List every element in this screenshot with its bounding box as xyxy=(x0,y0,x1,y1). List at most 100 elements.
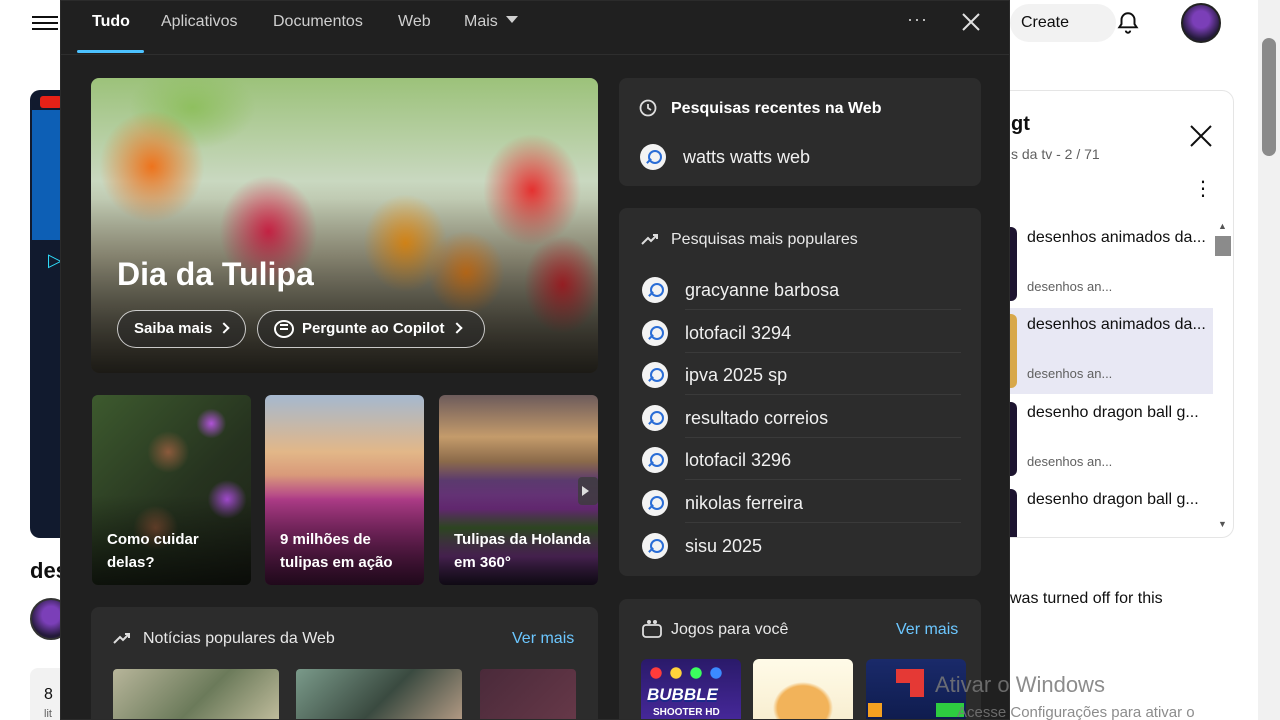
tile-label: 9 milhões de tulipas em ação xyxy=(280,531,393,571)
playlist-item[interactable]: desenho dragon ball g... xyxy=(981,483,1213,537)
tile-label: Como cuidar delas? xyxy=(107,531,199,571)
hero-title: Dia da Tulipa xyxy=(117,256,314,292)
tab-web[interactable]: Web xyxy=(398,13,431,33)
ask-copilot-label: Pergunte ao Copilot xyxy=(302,320,445,337)
news-title: Notícias populares da Web xyxy=(143,630,335,647)
activation-title: Ativar o Windows xyxy=(935,672,1105,697)
playlist-item-meta: desenhos an... xyxy=(1027,454,1113,469)
notifications-bell-icon[interactable] xyxy=(1115,10,1141,36)
tab-apps[interactable]: Aplicativos xyxy=(161,13,237,33)
news-image[interactable] xyxy=(296,669,462,719)
playlist-item-meta: desenhos an... xyxy=(1027,279,1113,294)
page-scrollbar-thumb[interactable] xyxy=(1262,38,1276,156)
news-see-more-link[interactable]: Ver mais xyxy=(512,630,574,648)
playlist-title: gt xyxy=(1011,113,1030,135)
playlist-item-title: desenhos animados da... xyxy=(1027,229,1206,246)
carousel-next-icon[interactable] xyxy=(578,477,598,505)
video-player-edge[interactable]: ▷ xyxy=(30,90,62,538)
playlist-item-title: desenho dragon ball g... xyxy=(1027,404,1199,421)
gamepad-icon xyxy=(642,620,662,638)
tab-more-label: Mais xyxy=(464,13,498,30)
news-image[interactable] xyxy=(113,669,279,719)
game-title: BUBBLE xyxy=(647,685,718,704)
search-icon xyxy=(642,362,668,388)
popular-search-item[interactable]: ipva 2025 sp xyxy=(639,353,961,395)
playlist-item-meta: desenhos an... xyxy=(1027,366,1113,381)
search-item-label: resultado correios xyxy=(685,408,829,428)
hamburger-menu-icon[interactable] xyxy=(32,12,58,34)
popular-search-item[interactable]: gracyanne barbosa xyxy=(639,268,961,310)
game-cat[interactable] xyxy=(753,659,853,719)
search-item-label: lotofacil 3294 xyxy=(685,323,792,343)
games-card: Jogos para você Ver mais BUBBLE SHOOTER … xyxy=(619,599,981,719)
playlist-scrollbar-thumb[interactable] xyxy=(1215,236,1231,256)
playlist-panel: gt s da tv - 2 / 71 ⋮ desenhos animados … xyxy=(980,90,1234,538)
playlist-subtitle: s da tv - 2 / 71 xyxy=(1011,146,1100,162)
search-item-label: lotofacil 3296 xyxy=(685,450,792,470)
search-icon xyxy=(642,533,668,559)
news-card: Notícias populares da Web Ver mais xyxy=(91,607,598,719)
search-icon xyxy=(642,490,668,516)
playlist-item[interactable]: desenhos animados da... desenhos an... xyxy=(981,308,1213,394)
chevron-down-icon xyxy=(505,16,518,23)
search-item-label: nikolas ferreira xyxy=(685,493,804,513)
learn-more-button[interactable]: Saiba mais xyxy=(117,310,246,348)
tile-care[interactable]: Como cuidar delas? xyxy=(92,395,251,585)
ask-copilot-button[interactable]: Pergunte ao Copilot xyxy=(257,310,485,348)
chat-bubble-icon xyxy=(274,320,294,338)
games-title: Jogos para você xyxy=(671,621,789,638)
popular-searches-title: Pesquisas mais populares xyxy=(671,231,858,248)
chevron-right-icon xyxy=(450,322,463,334)
tile-holland-360[interactable]: Tulipas da Holanda em 360° xyxy=(439,395,598,585)
popular-search-item[interactable]: lotofacil 3294 xyxy=(639,311,961,353)
playlist-item-title: desenhos animados da... xyxy=(1027,316,1206,333)
like-sub: lit xyxy=(44,708,52,720)
chevron-right-icon xyxy=(218,322,231,334)
close-icon[interactable] xyxy=(960,11,982,33)
popular-search-item[interactable]: nikolas ferreira xyxy=(639,481,961,523)
create-button[interactable]: Create xyxy=(1010,4,1116,42)
tab-all[interactable]: Tudo xyxy=(92,13,130,33)
game-subtitle: SHOOTER HD xyxy=(653,707,720,718)
scroll-up-arrow-icon[interactable]: ▲ xyxy=(1218,221,1227,231)
popular-search-item[interactable]: lotofacil 3296 xyxy=(639,438,961,480)
more-vert-icon[interactable]: ⋮ xyxy=(1193,179,1213,199)
search-icon xyxy=(642,405,668,431)
activation-watermark: Ativar o Windows Acesse Configurações pa… xyxy=(935,672,1195,720)
tab-more[interactable]: Mais xyxy=(464,13,518,33)
tile-label: Tulipas da Holanda em 360° xyxy=(454,531,591,571)
trending-icon xyxy=(113,633,130,644)
chat-disabled-text: was turned off for this xyxy=(1010,590,1163,607)
search-item-label: sisu 2025 xyxy=(685,536,763,556)
games-see-more-link[interactable]: Ver mais xyxy=(896,621,958,639)
like-count: 8 xyxy=(44,686,53,703)
history-icon xyxy=(639,99,657,117)
search-tabs: Tudo Aplicativos Documentos Web Mais ··· xyxy=(61,1,1009,55)
playlist-item-title: desenho dragon ball g... xyxy=(1027,491,1199,508)
account-avatar[interactable] xyxy=(1181,3,1221,43)
popular-search-item[interactable]: sisu 2025 xyxy=(639,524,961,566)
active-tab-indicator xyxy=(77,50,144,53)
trending-icon xyxy=(641,234,658,245)
scroll-down-arrow-icon[interactable]: ▼ xyxy=(1218,519,1227,529)
windows-search-flyout: Tudo Aplicativos Documentos Web Mais ···… xyxy=(60,0,1010,720)
popular-search-item[interactable]: resultado correios xyxy=(639,396,961,438)
close-icon[interactable] xyxy=(1186,121,1216,151)
search-icon xyxy=(642,447,668,473)
activation-subtitle: Acesse Configurações para ativar o xyxy=(957,704,1195,720)
search-item-label: gracyanne barbosa xyxy=(685,280,840,300)
hero-card[interactable]: Dia da Tulipa Saiba mais Pergunte ao Cop… xyxy=(91,78,598,373)
recent-search-item[interactable]: watts watts web xyxy=(637,135,959,177)
search-item-label: ipva 2025 sp xyxy=(685,365,788,385)
search-item-label: watts watts web xyxy=(683,147,811,167)
recent-searches-card: Pesquisas recentes na Web watts watts we… xyxy=(619,78,981,186)
tab-documents[interactable]: Documentos xyxy=(273,13,363,33)
tile-tulips-action[interactable]: 9 milhões de tulipas em ação xyxy=(265,395,424,585)
news-image[interactable] xyxy=(480,669,576,719)
playlist-item[interactable]: desenho dragon ball g... desenhos an... xyxy=(981,396,1213,482)
playlist-item[interactable]: desenhos animados da... desenhos an... xyxy=(981,221,1213,307)
more-options-icon[interactable]: ··· xyxy=(907,9,928,30)
search-icon xyxy=(640,144,666,170)
recent-searches-title: Pesquisas recentes na Web xyxy=(671,100,882,117)
game-bubble-shooter[interactable]: BUBBLE SHOOTER HD xyxy=(641,659,741,719)
